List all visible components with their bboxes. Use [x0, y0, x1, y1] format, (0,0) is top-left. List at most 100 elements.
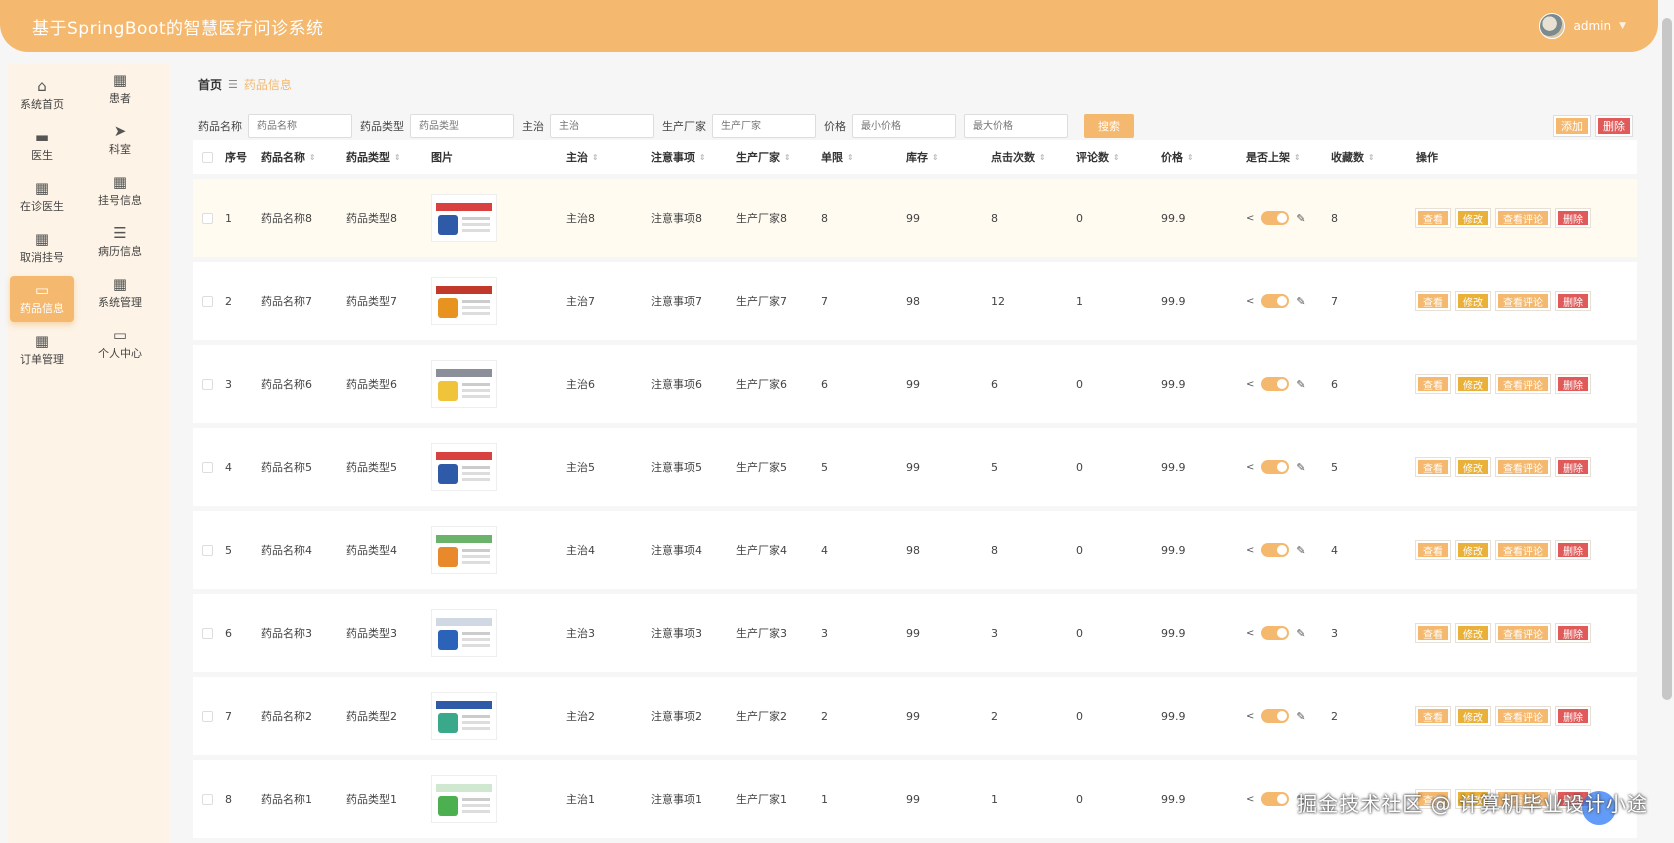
search-button[interactable]: 搜索	[1084, 114, 1134, 138]
view-comments-button[interactable]: 查看评论	[1495, 291, 1551, 311]
sort-icon[interactable]: ⇕	[847, 153, 854, 162]
sort-icon[interactable]: ⇕	[1187, 153, 1194, 162]
sidebar-item[interactable]: ➤ 科室	[88, 117, 152, 163]
view-comments-button[interactable]: 查看评论	[1495, 706, 1551, 726]
view-button[interactable]: 查看	[1415, 457, 1451, 477]
sidebar-item[interactable]: ⌂ 系统首页	[10, 72, 74, 118]
on-shelf-toggle[interactable]	[1261, 460, 1290, 474]
type-search-input[interactable]	[410, 114, 514, 138]
select-all-checkbox[interactable]	[201, 151, 213, 163]
row-checkbox[interactable]	[201, 212, 213, 224]
column-header[interactable]: 生产厂家 ⇕	[732, 149, 817, 165]
sort-icon[interactable]: ⇕	[1368, 153, 1375, 162]
share-icon[interactable]: <	[1246, 794, 1254, 805]
column-header[interactable]: 药品类型 ⇕	[342, 149, 427, 165]
sort-icon[interactable]: ⇕	[592, 153, 599, 162]
column-header[interactable]: 点击次数 ⇕	[987, 149, 1072, 165]
sort-icon[interactable]: ⇕	[309, 153, 316, 162]
delete-button[interactable]: 删除	[1555, 540, 1591, 560]
on-shelf-toggle[interactable]	[1261, 211, 1290, 225]
delete-button[interactable]: 删除	[1555, 457, 1591, 477]
sidebar-item[interactable]: ▦ 订单管理	[10, 327, 74, 373]
on-shelf-toggle[interactable]	[1261, 626, 1290, 640]
sidebar-item[interactable]: ☰ 病历信息	[88, 219, 152, 265]
sidebar-item[interactable]: ▦ 在诊医生	[10, 174, 74, 220]
sort-icon[interactable]: ⇕	[784, 153, 791, 162]
column-header[interactable]: 是否上架 ⇕	[1242, 149, 1327, 165]
drug-image[interactable]	[431, 609, 497, 657]
sort-icon[interactable]: ⇕	[1039, 153, 1046, 162]
row-checkbox[interactable]	[201, 461, 213, 473]
user-menu[interactable]: admin ▼	[1539, 13, 1626, 39]
row-checkbox[interactable]	[201, 544, 213, 556]
sidebar-item[interactable]: ▦ 系统管理	[88, 270, 152, 316]
view-comments-button[interactable]: 查看评论	[1495, 540, 1551, 560]
drug-image[interactable]	[431, 692, 497, 740]
share-icon[interactable]: <	[1246, 462, 1254, 473]
sidebar-item[interactable]: ▬ 医生	[10, 123, 74, 169]
row-checkbox[interactable]	[201, 295, 213, 307]
sort-icon[interactable]: ⇕	[1113, 153, 1120, 162]
row-checkbox[interactable]	[201, 627, 213, 639]
share-icon[interactable]: <	[1246, 213, 1254, 224]
name-search-input[interactable]	[248, 114, 352, 138]
edit-button[interactable]: 修改	[1455, 457, 1491, 477]
edit-pencil-icon[interactable]: ✎	[1296, 295, 1305, 308]
sort-icon[interactable]: ⇕	[932, 153, 939, 162]
row-checkbox[interactable]	[201, 378, 213, 390]
row-checkbox[interactable]	[201, 793, 213, 805]
drug-image[interactable]	[431, 194, 497, 242]
main-search-input[interactable]	[550, 114, 654, 138]
edit-button[interactable]: 修改	[1455, 374, 1491, 394]
sidebar-item[interactable]: ▦ 挂号信息	[88, 168, 152, 214]
on-shelf-toggle[interactable]	[1261, 377, 1290, 391]
view-comments-button[interactable]: 查看评论	[1495, 457, 1551, 477]
sidebar-item[interactable]: ▦ 取消挂号	[10, 225, 74, 271]
edit-button[interactable]: 修改	[1455, 208, 1491, 228]
on-shelf-toggle[interactable]	[1261, 709, 1290, 723]
breadcrumb-home[interactable]: 首页	[198, 76, 222, 93]
delete-button[interactable]: 删除	[1555, 623, 1591, 643]
view-button[interactable]: 查看	[1415, 706, 1451, 726]
mfr-search-input[interactable]	[712, 114, 816, 138]
edit-button[interactable]: 修改	[1455, 540, 1491, 560]
edit-pencil-icon[interactable]: ✎	[1296, 461, 1305, 474]
edit-pencil-icon[interactable]: ✎	[1296, 627, 1305, 640]
drug-image[interactable]	[431, 775, 497, 823]
drug-image[interactable]	[431, 526, 497, 574]
on-shelf-toggle[interactable]	[1261, 294, 1290, 308]
drug-image[interactable]	[431, 277, 497, 325]
view-button[interactable]: 查看	[1415, 540, 1451, 560]
view-comments-button[interactable]: 查看评论	[1495, 208, 1551, 228]
edit-button[interactable]: 修改	[1455, 706, 1491, 726]
share-icon[interactable]: <	[1246, 379, 1254, 390]
share-icon[interactable]: <	[1246, 296, 1254, 307]
on-shelf-toggle[interactable]	[1261, 543, 1290, 557]
drug-image[interactable]	[431, 360, 497, 408]
edit-button[interactable]: 修改	[1455, 623, 1491, 643]
view-button[interactable]: 查看	[1415, 623, 1451, 643]
sort-icon[interactable]: ⇕	[699, 153, 706, 162]
batch-delete-button[interactable]: 删除	[1595, 115, 1633, 137]
view-comments-button[interactable]: 查看评论	[1495, 623, 1551, 643]
min-price-input[interactable]	[852, 114, 956, 138]
column-header[interactable]: 库存 ⇕	[902, 149, 987, 165]
column-header[interactable]: 注意事项 ⇕	[647, 149, 732, 165]
view-button[interactable]: 查看	[1415, 208, 1451, 228]
edit-pencil-icon[interactable]: ✎	[1296, 710, 1305, 723]
delete-button[interactable]: 删除	[1555, 706, 1591, 726]
view-button[interactable]: 查看	[1415, 374, 1451, 394]
column-header[interactable]: 主治 ⇕	[562, 149, 647, 165]
view-comments-button[interactable]: 查看评论	[1495, 374, 1551, 394]
column-header[interactable]: 评论数 ⇕	[1072, 149, 1157, 165]
share-icon[interactable]: <	[1246, 628, 1254, 639]
column-header[interactable]: 单限 ⇕	[817, 149, 902, 165]
sort-icon[interactable]: ⇕	[1294, 153, 1301, 162]
delete-button[interactable]: 删除	[1555, 291, 1591, 311]
add-button[interactable]: 添加	[1553, 115, 1591, 137]
edit-button[interactable]: 修改	[1455, 291, 1491, 311]
column-header[interactable]: 药品名称 ⇕	[257, 149, 342, 165]
sort-icon[interactable]: ⇕	[394, 153, 401, 162]
scrollbar[interactable]	[1662, 18, 1672, 700]
view-button[interactable]: 查看	[1415, 291, 1451, 311]
